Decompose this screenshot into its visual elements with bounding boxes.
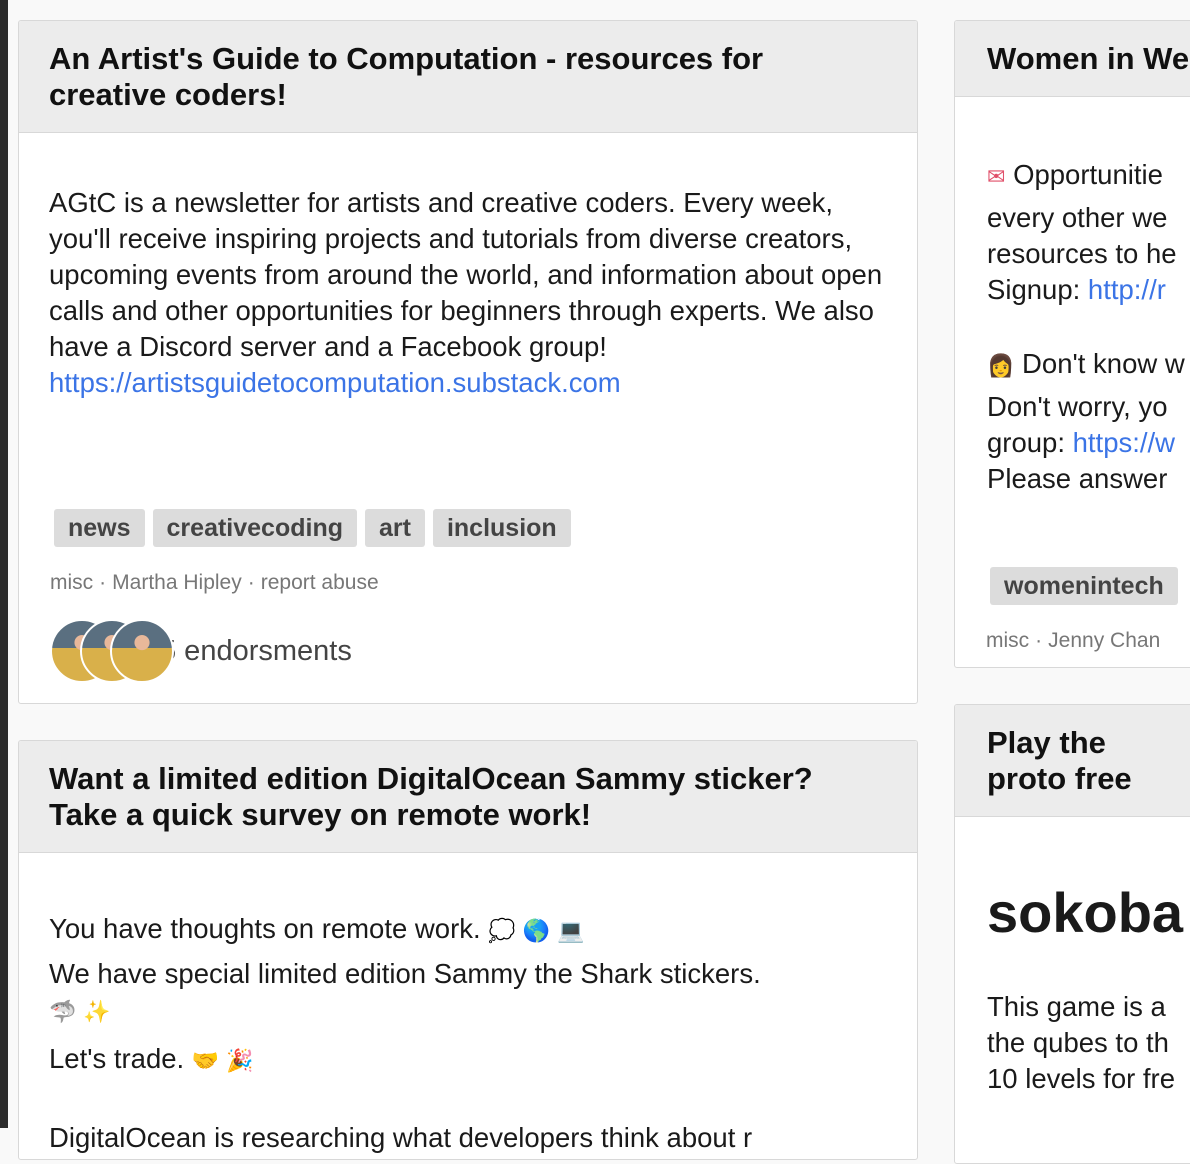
card-title[interactable]: Women in We: [987, 41, 1189, 77]
card-body: AGtC is a newsletter for artists and cre…: [19, 133, 917, 401]
thought-globe-laptop-icons: 💭 🌎 💻: [488, 919, 585, 944]
person-laptop-icon: 👩: [987, 354, 1015, 379]
card-header: Play the proto free: [955, 705, 1190, 817]
card-meta: misc · Jenny Chan: [986, 629, 1161, 652]
tag-news[interactable]: news: [54, 509, 145, 547]
text-line: resources to he: [987, 238, 1177, 269]
post-card-artist-guide: An Artist's Guide to Computation - resou…: [18, 20, 918, 704]
card-body: You have thoughts on remote work. 💭 🌎 💻 …: [19, 853, 917, 1156]
avatar: [110, 619, 174, 683]
card-title[interactable]: Want a limited edition DigitalOcean Samm…: [49, 761, 889, 833]
report-abuse-link[interactable]: report abuse: [261, 571, 379, 594]
text-line: Signup: http://r: [987, 274, 1166, 305]
tag-art[interactable]: art: [364, 509, 425, 547]
text-line: 🦈 ✨: [49, 992, 887, 1031]
text-line: group: https://w: [987, 427, 1176, 458]
tag-list: news creativecoding art inclusion: [54, 509, 571, 547]
author-link[interactable]: Jenny Chan: [1048, 629, 1160, 652]
card-body: sokoba This game is a the qubes to th 10…: [955, 817, 1190, 1097]
text-line: DigitalOcean is researching what develop…: [49, 1122, 753, 1153]
text-line: the qubes to th: [987, 1027, 1169, 1058]
text-line: every other we: [987, 202, 1168, 233]
endorsement-count: 5 endorsments: [160, 634, 352, 667]
text-line: We have special limited edition Sammy th…: [49, 958, 761, 989]
tag-inclusion[interactable]: inclusion: [432, 509, 571, 547]
card-header: Women in We: [955, 21, 1190, 97]
text-line: ✉ Opportunitie: [987, 159, 1163, 190]
text-line: This game is a: [987, 991, 1166, 1022]
text-line: Don't worry, yo: [987, 391, 1168, 422]
text-line: 👩 Don't know w: [987, 348, 1185, 379]
card-title[interactable]: Play the proto free: [987, 725, 1147, 797]
signup-link[interactable]: http://r: [1088, 274, 1166, 305]
card-body: ✉ Opportunitie every other we resources …: [955, 97, 1190, 497]
card-header: An Artist's Guide to Computation - resou…: [19, 21, 917, 133]
post-card-sokoban: Play the proto free sokoba This game is …: [954, 704, 1190, 1164]
card-description: AGtC is a newsletter for artists and cre…: [49, 187, 883, 362]
text-line: 10 levels for fre: [987, 1063, 1176, 1094]
tag-list: womenintech: [990, 567, 1178, 605]
author-link[interactable]: Martha Hipley: [112, 571, 242, 594]
handshake-party-icons: 🤝 🎉: [191, 1049, 254, 1074]
window-edge: [0, 0, 8, 1128]
post-card-sammy-sticker: Want a limited edition DigitalOcean Samm…: [18, 740, 918, 1160]
category-link[interactable]: misc: [986, 629, 1029, 652]
card-title[interactable]: An Artist's Guide to Computation - resou…: [49, 41, 869, 113]
endorsements[interactable]: 5 endorsments: [50, 619, 352, 683]
tag-creativecoding[interactable]: creativecoding: [152, 509, 357, 547]
tag-womenintech[interactable]: womenintech: [990, 567, 1178, 605]
card-header: Want a limited edition DigitalOcean Samm…: [19, 741, 917, 853]
category-link[interactable]: misc: [50, 571, 93, 594]
love-letter-icon: ✉: [987, 165, 1006, 190]
shark-sparkles-icons: 🦈 ✨: [49, 1000, 111, 1025]
text-line: You have thoughts on remote work. 💭 🌎 💻: [49, 913, 585, 944]
post-card-women-in-web: Women in We ✉ Opportunitie every other w…: [954, 20, 1190, 668]
game-heading: sokoba: [987, 881, 1184, 944]
text-line: Please answer: [987, 463, 1168, 494]
text-line: Let's trade. 🤝 🎉: [49, 1043, 254, 1074]
card-meta: misc · Martha Hipley · report abuse: [50, 571, 379, 594]
group-link[interactable]: https://w: [1073, 427, 1175, 458]
card-link[interactable]: https://artistsguidetocomputation.substa…: [49, 367, 621, 398]
